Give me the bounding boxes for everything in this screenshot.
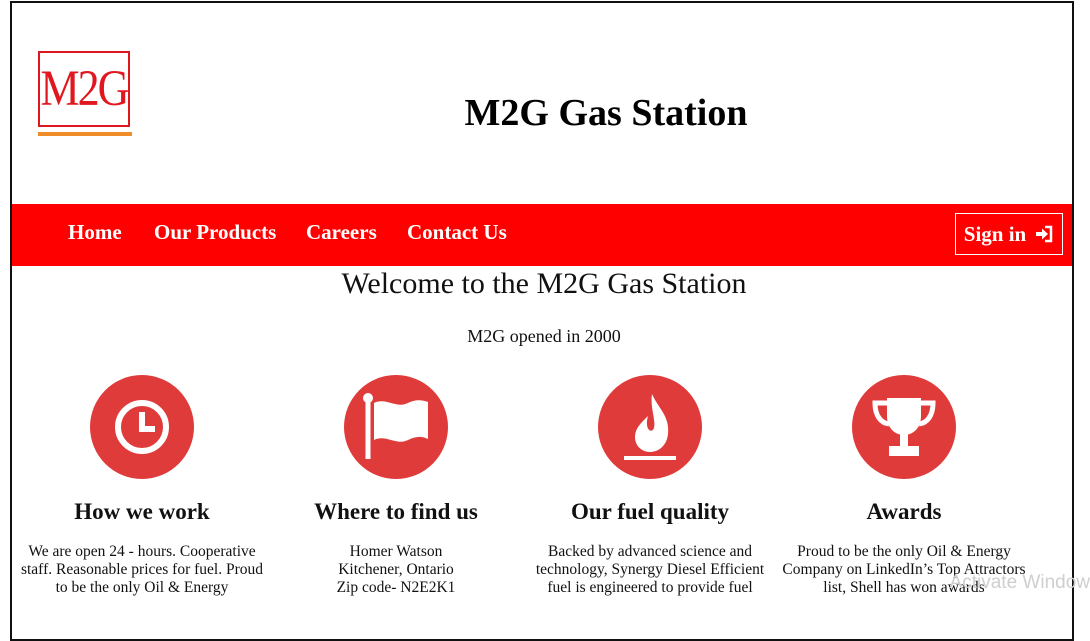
feature-fuel-quality: Our fuel quality Backed by advanced scie… [520, 375, 780, 597]
feature-title: Our fuel quality [570, 499, 730, 524]
nav-our-products[interactable]: Our Products [154, 220, 276, 245]
page-frame: M2G M2G Gas Station Home Our Products Ca… [10, 1, 1074, 641]
feature-text: We are open 24 - hours. Cooperative staf… [20, 543, 264, 596]
feature-awards: Awards Proud to be the only Oil & Energy… [774, 375, 1034, 597]
navbar: Home Our Products Careers Contact Us Sig… [12, 204, 1072, 266]
feature-where-to-find-us: Where to find us Homer Watson Kitchener,… [266, 375, 526, 597]
address-line: Homer Watson [349, 543, 443, 560]
address-line: Kitchener, Ontario [338, 561, 454, 578]
feature-title: Where to find us [314, 499, 478, 524]
address-line: Zip code- N2E2K1 [336, 579, 456, 596]
welcome-heading: Welcome to the M2G Gas Station [341, 267, 747, 300]
sign-in-button[interactable]: Sign in [955, 213, 1063, 255]
feature-title: Awards [866, 499, 942, 524]
activate-windows-watermark: Activate Window [949, 572, 1090, 593]
feature-title: How we work [74, 499, 210, 524]
feature-address: Homer Watson Kitchener, Ontario Zip code… [266, 543, 526, 597]
nav-home[interactable]: Home [68, 220, 122, 245]
flag-icon [344, 375, 448, 479]
trophy-icon [852, 375, 956, 479]
header: M2G M2G Gas Station [12, 3, 1072, 203]
feature-text: Backed by advanced science and technolog… [535, 543, 765, 596]
feature-how-we-work: How we work We are open 24 - hours. Coop… [12, 375, 272, 597]
sign-in-label: Sign in [963, 221, 1027, 246]
site-title: M2G Gas Station [464, 92, 748, 134]
right-margin [1076, 0, 1090, 599]
nav-careers[interactable]: Careers [306, 220, 377, 245]
clock-icon [90, 375, 194, 479]
nav-contact-us[interactable]: Contact Us [407, 220, 507, 245]
opened-text: M2G opened in 2000 [467, 326, 621, 346]
sign-in-icon [1034, 224, 1054, 244]
fire-icon [598, 375, 702, 479]
